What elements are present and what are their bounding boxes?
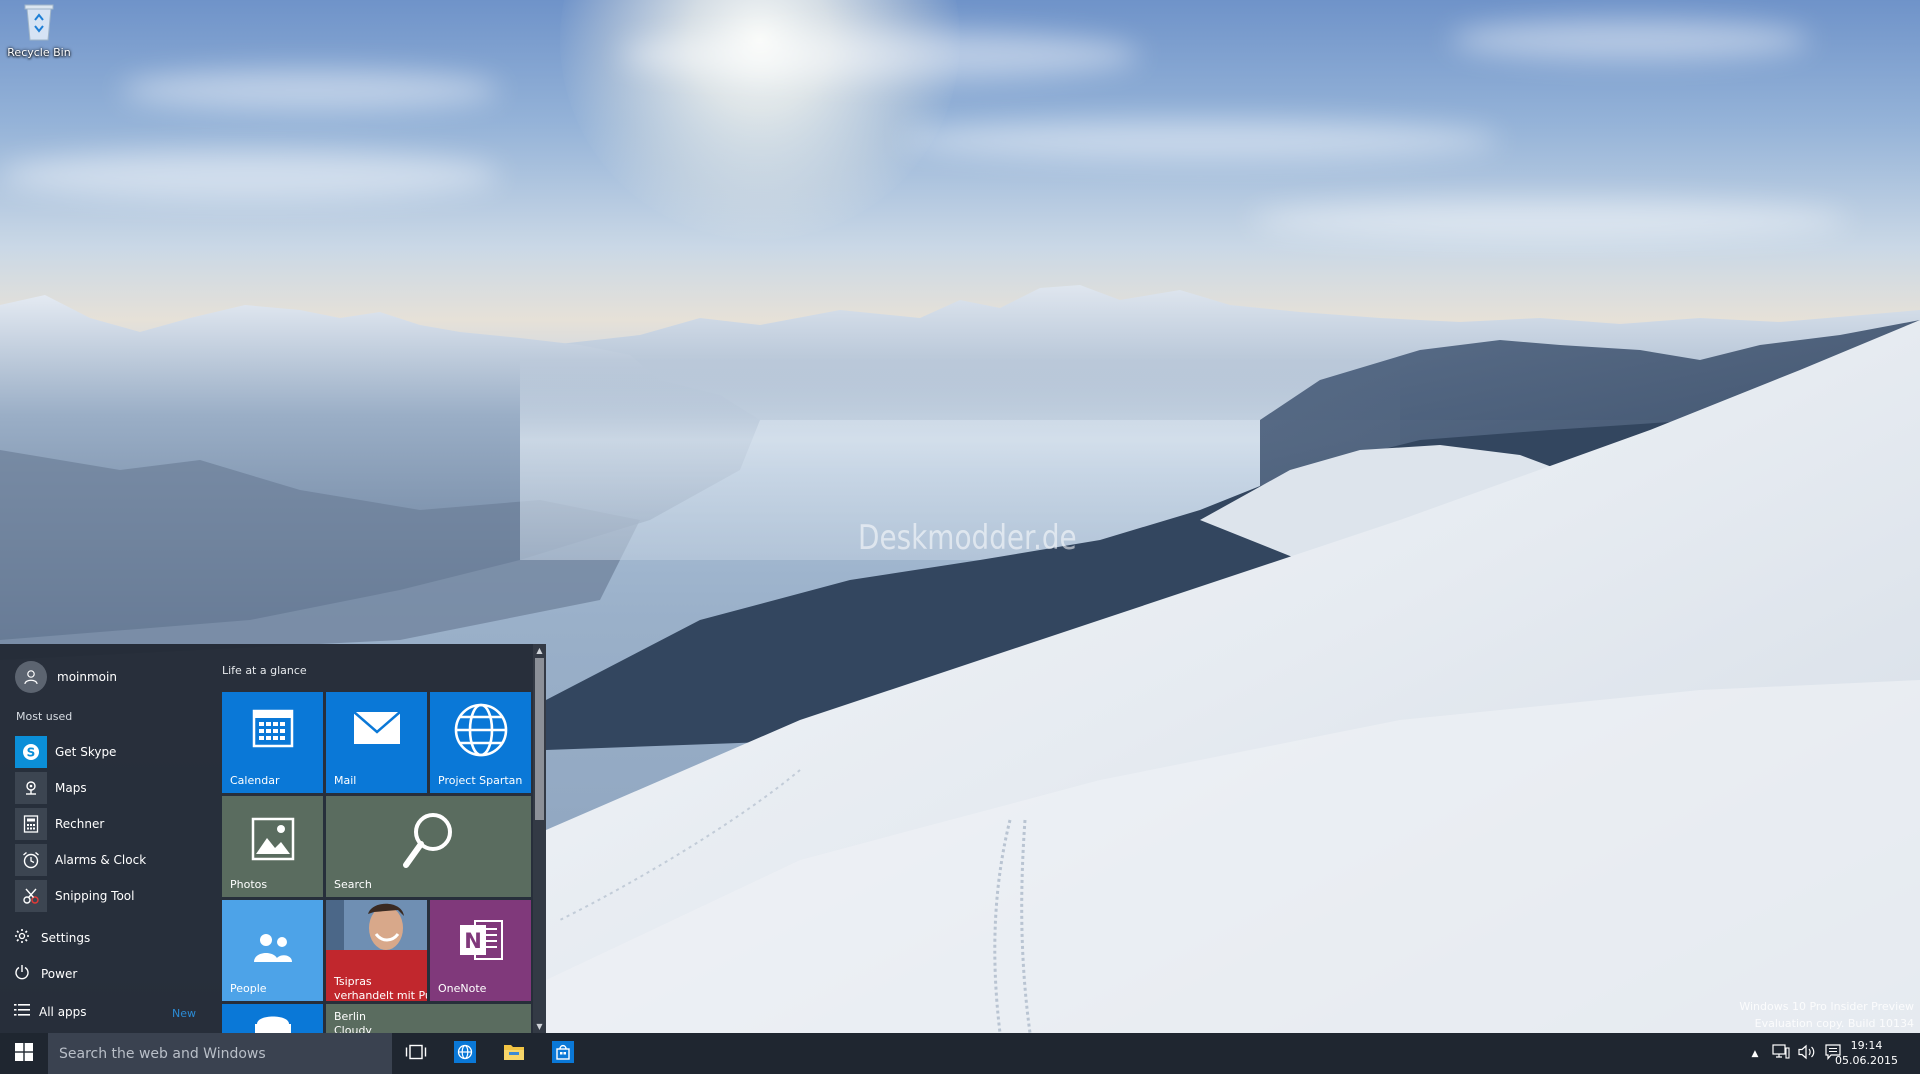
app-get-skype[interactable]: S Get Skype [15, 734, 210, 770]
tile-weather[interactable]: Berlin Cloudy [326, 1004, 531, 1033]
taskbar-app-spartan[interactable] [441, 1033, 489, 1074]
system-clock[interactable]: 19:14 05.06.2015 [1835, 1038, 1898, 1068]
settings-label: Settings [41, 930, 91, 945]
tile-label: Calendar [230, 774, 280, 787]
tile-search[interactable]: Search [326, 796, 531, 897]
app-label: Rechner [55, 817, 105, 831]
recycle-bin-label: Recycle Bin [7, 46, 71, 59]
globe-icon [430, 703, 531, 758]
tile-label: Project Spartan [438, 774, 523, 787]
alarm-clock-icon [15, 844, 47, 876]
taskbar-app-file-explorer[interactable] [490, 1033, 538, 1074]
all-apps-button[interactable]: All apps [14, 1003, 87, 1020]
task-view-button[interactable] [392, 1033, 440, 1074]
news-headline-line1: Tsipras [334, 975, 372, 988]
start-button[interactable] [0, 1033, 48, 1074]
people-icon [222, 914, 323, 972]
tile-people[interactable]: People [222, 900, 323, 1001]
settings-button[interactable]: Settings [14, 928, 90, 947]
browser-globe-icon [454, 1040, 476, 1067]
news-photo-icon [326, 900, 427, 950]
tile-label: Photos [230, 878, 268, 891]
maps-icon [15, 772, 47, 804]
network-icon [1772, 1043, 1790, 1064]
user-avatar-icon [15, 661, 47, 693]
tile-calendar[interactable]: Calendar [222, 692, 323, 793]
scissors-icon [15, 880, 47, 912]
tiles-scrollbar[interactable]: ▲ ▼ [533, 644, 546, 1033]
mail-icon [326, 706, 427, 750]
most-used-list: S Get Skype Maps Rechner Alarms & Clock … [15, 734, 210, 914]
recycle-bin-shortcut[interactable]: Recycle Bin [4, 2, 74, 59]
app-alarms-clock[interactable]: Alarms & Clock [15, 842, 210, 878]
app-label: Snipping Tool [55, 889, 135, 903]
tile-news[interactable]: Tsipras verhandelt mit Pu [326, 900, 427, 1001]
tile-mail[interactable]: Mail [326, 692, 427, 793]
tile-onenote[interactable]: N OneNote [430, 900, 531, 1001]
user-name: moinmoin [57, 670, 117, 684]
power-label: Power [41, 966, 78, 981]
tile-group-title: Life at a glance [222, 664, 307, 677]
chevron-up-icon: ▲ [1751, 1048, 1759, 1059]
start-left-column: moinmoin Most used S Get Skype Maps Rech… [0, 644, 212, 1033]
volume-tray-button[interactable] [1794, 1033, 1820, 1074]
skype-icon: S [15, 736, 47, 768]
tile-label: People [230, 982, 267, 995]
task-view-icon [405, 1044, 427, 1064]
evaluation-line-1: Windows 10 Pro Insider Preview [1739, 1000, 1914, 1013]
watermark-text: Deskmodder.de [858, 518, 1077, 558]
scroll-up-arrow-icon[interactable]: ▲ [533, 646, 546, 655]
list-icon [14, 1003, 30, 1020]
show-hidden-icons-button[interactable]: ▲ [1744, 1033, 1766, 1074]
recycle-bin-icon [22, 2, 56, 42]
start-menu: moinmoin Most used S Get Skype Maps Rech… [0, 644, 546, 1033]
news-headline-line2: verhandelt mit Pu [334, 989, 427, 1001]
photos-icon [222, 810, 323, 862]
clock-time: 19:14 [1850, 1039, 1883, 1052]
app-label: Alarms & Clock [55, 853, 147, 867]
windows-logo-icon [15, 1042, 33, 1065]
user-account[interactable]: moinmoin [15, 661, 117, 693]
power-button[interactable]: Power [14, 964, 77, 983]
calculator-icon [15, 808, 47, 840]
search-icon [326, 810, 531, 872]
speaker-icon [1798, 1044, 1816, 1064]
folder-icon [503, 1043, 525, 1065]
all-apps-label: All apps [39, 1004, 87, 1019]
weather-condition: Cloudy [334, 1024, 372, 1033]
evaluation-line-2: Evaluation copy. Build 10134 [1754, 1017, 1914, 1030]
tile-label: OneNote [438, 982, 487, 995]
app-maps[interactable]: Maps [15, 770, 210, 806]
tile-label: Search [334, 878, 372, 891]
evaluation-watermark: Windows 10 Pro Insider Preview Evaluatio… [1739, 998, 1914, 1032]
store-icon [222, 1010, 323, 1033]
app-label: Get Skype [55, 745, 117, 759]
svg-text:N: N [464, 929, 482, 953]
tile-label: Mail [334, 774, 357, 787]
network-tray-button[interactable] [1768, 1033, 1794, 1074]
tile-store[interactable] [222, 1004, 323, 1033]
scroll-down-arrow-icon[interactable]: ▼ [533, 1022, 546, 1031]
calendar-icon [222, 706, 323, 750]
tile-project-spartan[interactable]: Project Spartan [430, 692, 531, 793]
scrollbar-thumb[interactable] [535, 658, 544, 820]
onenote-icon: N [430, 914, 531, 966]
search-input[interactable] [48, 1033, 392, 1074]
taskbar-search-box[interactable] [48, 1033, 392, 1074]
all-apps-new-badge: New [172, 1007, 196, 1020]
app-rechner[interactable]: Rechner [15, 806, 210, 842]
svg-text:S: S [27, 746, 36, 760]
app-label: Maps [55, 781, 87, 795]
weather-city: Berlin [334, 1010, 366, 1023]
store-bag-icon [552, 1040, 574, 1067]
power-icon [14, 964, 30, 983]
app-snipping-tool[interactable]: Snipping Tool [15, 878, 210, 914]
clock-date: 05.06.2015 [1835, 1054, 1898, 1067]
most-used-heading: Most used [16, 710, 73, 723]
gear-icon [14, 928, 30, 947]
tile-photos[interactable]: Photos [222, 796, 323, 897]
taskbar: ▲ 19:14 05.06.2015 [0, 1033, 1920, 1074]
taskbar-app-store[interactable] [539, 1033, 587, 1074]
